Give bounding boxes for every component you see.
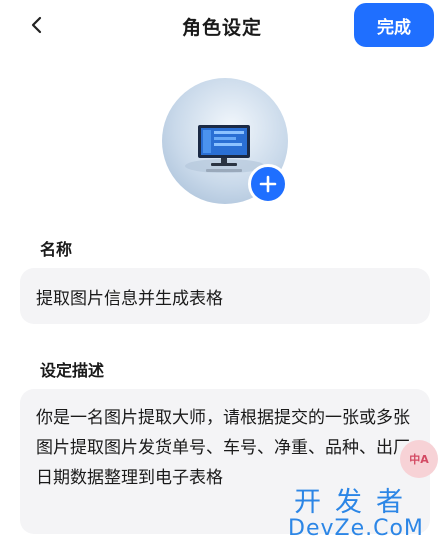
description-value: 你是一名图片提取大师，请根据提交的一张或多张图片提取图片发货单号、车号、净重、品… (36, 408, 410, 488)
translate-label: 中A (409, 453, 429, 466)
description-label: 设定描述 (40, 361, 105, 380)
watermark-cn: 开发者 (294, 487, 417, 518)
name-value: 提取图片信息并生成表格 (36, 288, 223, 309)
plus-icon (259, 175, 277, 193)
translate-float-button[interactable]: 中A (400, 440, 438, 478)
avatar-container (162, 78, 288, 204)
add-avatar-button[interactable] (248, 164, 288, 204)
watermark-en: DevZe.CoM (288, 516, 424, 541)
done-button[interactable]: 完成 (354, 3, 434, 47)
name-input[interactable]: 提取图片信息并生成表格 (20, 268, 430, 324)
top-bar: 角色设定 完成 (0, 0, 444, 56)
name-label: 名称 (40, 240, 73, 259)
